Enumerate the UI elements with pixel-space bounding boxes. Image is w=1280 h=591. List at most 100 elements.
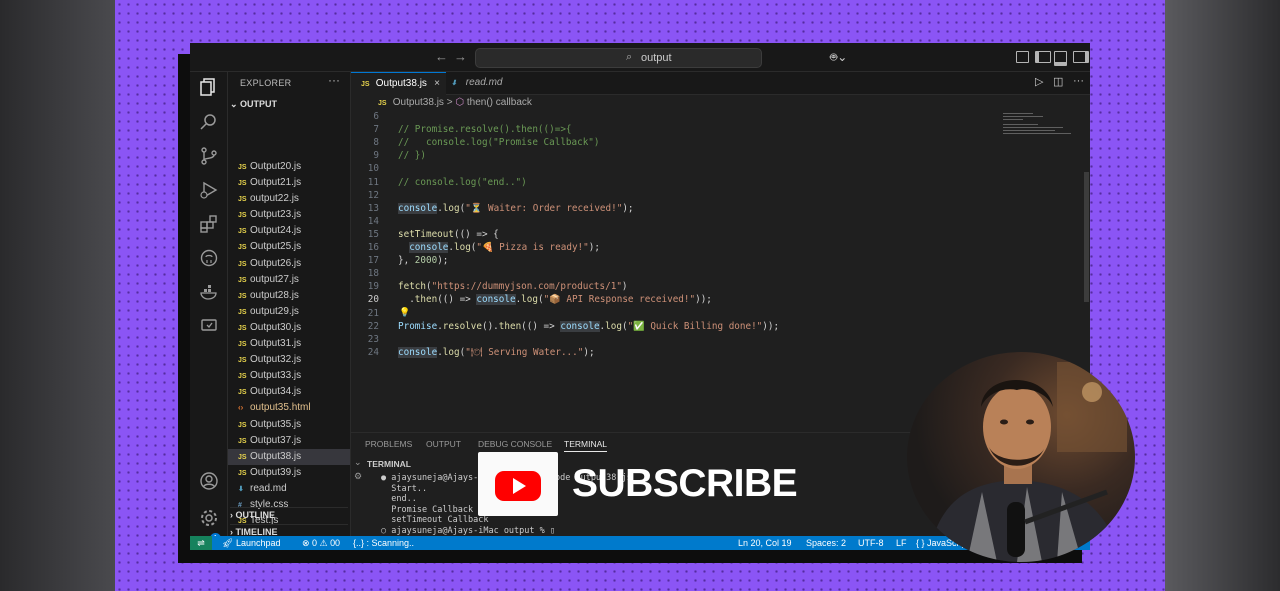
tab-debug-console[interactable]: DEBUG CONSOLE bbox=[478, 439, 552, 449]
encoding[interactable]: UTF-8 bbox=[858, 536, 884, 550]
chevron-down-icon[interactable]: ⌄ bbox=[354, 457, 362, 468]
toggle-secondary-sidebar-icon[interactable] bbox=[1073, 51, 1089, 63]
gear-icon[interactable] bbox=[199, 508, 219, 528]
run-debug-icon[interactable] bbox=[199, 180, 219, 200]
file-item[interactable]: JS Output26.js bbox=[228, 256, 350, 272]
file-item[interactable]: JS Output38.js bbox=[228, 448, 350, 465]
left-blur-border bbox=[0, 0, 115, 591]
extensions-icon[interactable] bbox=[199, 214, 219, 234]
breadcrumb-symbol[interactable]: then() callback bbox=[467, 97, 532, 108]
split-editor-icon[interactable]: ◫ bbox=[1053, 75, 1063, 88]
editor-scrollbar[interactable] bbox=[1084, 172, 1089, 302]
cursor-position[interactable]: Ln 20, Col 19 bbox=[738, 536, 792, 550]
line-number: 16 bbox=[367, 242, 379, 253]
file-item[interactable]: JS Output25.js bbox=[228, 239, 350, 255]
file-item[interactable]: JS Output21.js bbox=[228, 175, 350, 191]
code-line[interactable]: // Promise.resolve().then(()=>{ bbox=[398, 124, 572, 135]
arrow-left-icon[interactable]: ← bbox=[435, 49, 448, 64]
scanning-status[interactable]: {..} : Scanning.. bbox=[353, 536, 414, 550]
line-number: 22 bbox=[367, 320, 379, 332]
file-name: Output33.js bbox=[250, 370, 302, 382]
line-number: 10 bbox=[367, 163, 379, 175]
file-item[interactable]: JS Output35.js bbox=[228, 417, 350, 433]
problems-item[interactable]: ⊗ 0 ⚠ 0 bbox=[302, 536, 335, 550]
code-line[interactable]: console.log("🍕 Pizza is ready!"); bbox=[398, 242, 600, 253]
js-file-icon: JS bbox=[238, 389, 247, 397]
lightbulb-icon[interactable]: 💡 bbox=[399, 308, 410, 318]
end-of-line[interactable]: LF bbox=[896, 536, 907, 550]
close-icon[interactable]: × bbox=[434, 73, 440, 95]
file-item[interactable]: JS Output23.js bbox=[228, 207, 350, 223]
github-icon[interactable] bbox=[199, 248, 219, 268]
minimap[interactable] bbox=[1003, 111, 1085, 141]
code-line[interactable]: // console.log("Promise Callback") bbox=[398, 137, 600, 148]
file-item[interactable]: JS Output20.js bbox=[228, 159, 350, 175]
file-item[interactable]: ‹› output35.html bbox=[228, 400, 350, 416]
file-item[interactable]: JS Output32.js bbox=[228, 352, 350, 368]
file-name: Output31.js bbox=[250, 338, 302, 350]
launchpad-item[interactable]: 🚀︎ Launchpad bbox=[222, 536, 280, 550]
code-line[interactable]: // }) bbox=[398, 150, 426, 161]
file-item[interactable]: JS Output24.js bbox=[228, 223, 350, 239]
breadcrumb-file[interactable]: Output38.js bbox=[393, 97, 444, 108]
command-center-search[interactable]: ⌕ output bbox=[475, 48, 762, 68]
file-name: read.md bbox=[250, 482, 287, 494]
code-line[interactable]: console.log("⏳ Waiter: Order received!")… bbox=[398, 202, 634, 214]
file-item[interactable]: JS Output30.js bbox=[228, 320, 350, 336]
run-icon[interactable]: ▷ bbox=[1035, 75, 1043, 88]
line-number: 15 bbox=[367, 228, 379, 240]
code-line[interactable]: fetch("https://dummyjson.com/products/1"… bbox=[398, 281, 628, 292]
code-line[interactable]: Promise.resolve().then(() => console.log… bbox=[398, 320, 779, 332]
accounts-icon[interactable] bbox=[199, 471, 219, 491]
more-actions-icon[interactable]: ··· bbox=[328, 73, 340, 87]
remote-explorer-icon[interactable] bbox=[199, 316, 219, 336]
tab-problems[interactable]: PROBLEMS bbox=[365, 439, 412, 449]
search-icon[interactable] bbox=[199, 112, 219, 132]
file-item[interactable]: JS output28.js bbox=[228, 288, 350, 304]
js-file-icon: JS bbox=[238, 357, 247, 365]
file-item[interactable]: JS output29.js bbox=[228, 304, 350, 320]
tab-output[interactable]: OUTPUT bbox=[426, 439, 461, 449]
line-number: 24 bbox=[367, 346, 379, 358]
outline-section[interactable]: › OUTLINE bbox=[230, 507, 348, 520]
subscribe-text: SUBSCRIBE bbox=[572, 462, 798, 505]
file-name: output27.js bbox=[250, 273, 299, 285]
code-line[interactable]: .then(() => console.log("📦 API Response … bbox=[398, 294, 712, 306]
file-item[interactable]: JS Output31.js bbox=[228, 336, 350, 352]
line-number: 8 bbox=[373, 137, 379, 149]
js-file-icon: JS bbox=[238, 244, 247, 252]
file-name: Output32.js bbox=[250, 354, 302, 366]
js-file-icon: JS bbox=[238, 453, 247, 461]
toggle-sidebar-icon[interactable] bbox=[1035, 51, 1051, 63]
folder-header[interactable]: ⌄ OUTPUT bbox=[230, 99, 277, 110]
file-item[interactable]: JS output22.js bbox=[228, 191, 350, 207]
source-control-icon[interactable] bbox=[199, 146, 219, 166]
tab-read-md[interactable]: ⬇ read.md bbox=[441, 72, 543, 94]
file-item[interactable]: JS Output37.js bbox=[228, 433, 350, 449]
file-item[interactable]: JS Output39.js bbox=[228, 465, 350, 481]
file-name: Output35.js bbox=[250, 418, 302, 430]
arrow-right-icon[interactable]: → bbox=[454, 49, 467, 64]
code-line[interactable]: console.log("🍽 Serving Water..."); bbox=[398, 346, 595, 358]
terminal-gear-icon[interactable]: ⚙ bbox=[354, 471, 362, 482]
code-line[interactable]: }, 2000); bbox=[398, 255, 448, 266]
subscribe-overlay[interactable]: SUBSCRIBE bbox=[478, 452, 798, 516]
code-line[interactable]: // console.log("end..") bbox=[398, 177, 527, 188]
file-item[interactable]: JS Output34.js bbox=[228, 384, 350, 400]
layout-customize-icon[interactable] bbox=[1016, 51, 1029, 63]
file-item[interactable]: ⬇ read.md bbox=[228, 481, 350, 497]
tab-terminal[interactable]: TERMINAL bbox=[564, 439, 607, 452]
js-file-icon: JS bbox=[238, 180, 247, 188]
explorer-icon[interactable] bbox=[199, 77, 219, 97]
file-item[interactable]: JS Output33.js bbox=[228, 368, 350, 384]
copilot-icon[interactable]: 🤖︎⌄ bbox=[830, 49, 847, 66]
code-line[interactable]: setTimeout(() => { bbox=[398, 229, 499, 240]
indentation[interactable]: Spaces: 2 bbox=[806, 536, 846, 550]
docker-icon[interactable] bbox=[199, 282, 219, 302]
file-item[interactable]: JS output27.js bbox=[228, 272, 350, 288]
js-file-icon: JS bbox=[238, 421, 247, 429]
tab-output38[interactable]: JS Output38.js × bbox=[351, 72, 446, 95]
toggle-panel-icon[interactable] bbox=[1054, 51, 1067, 66]
remote-indicator-icon[interactable]: ⇌ bbox=[190, 536, 212, 550]
more-actions-icon[interactable]: ··· bbox=[1073, 75, 1084, 87]
